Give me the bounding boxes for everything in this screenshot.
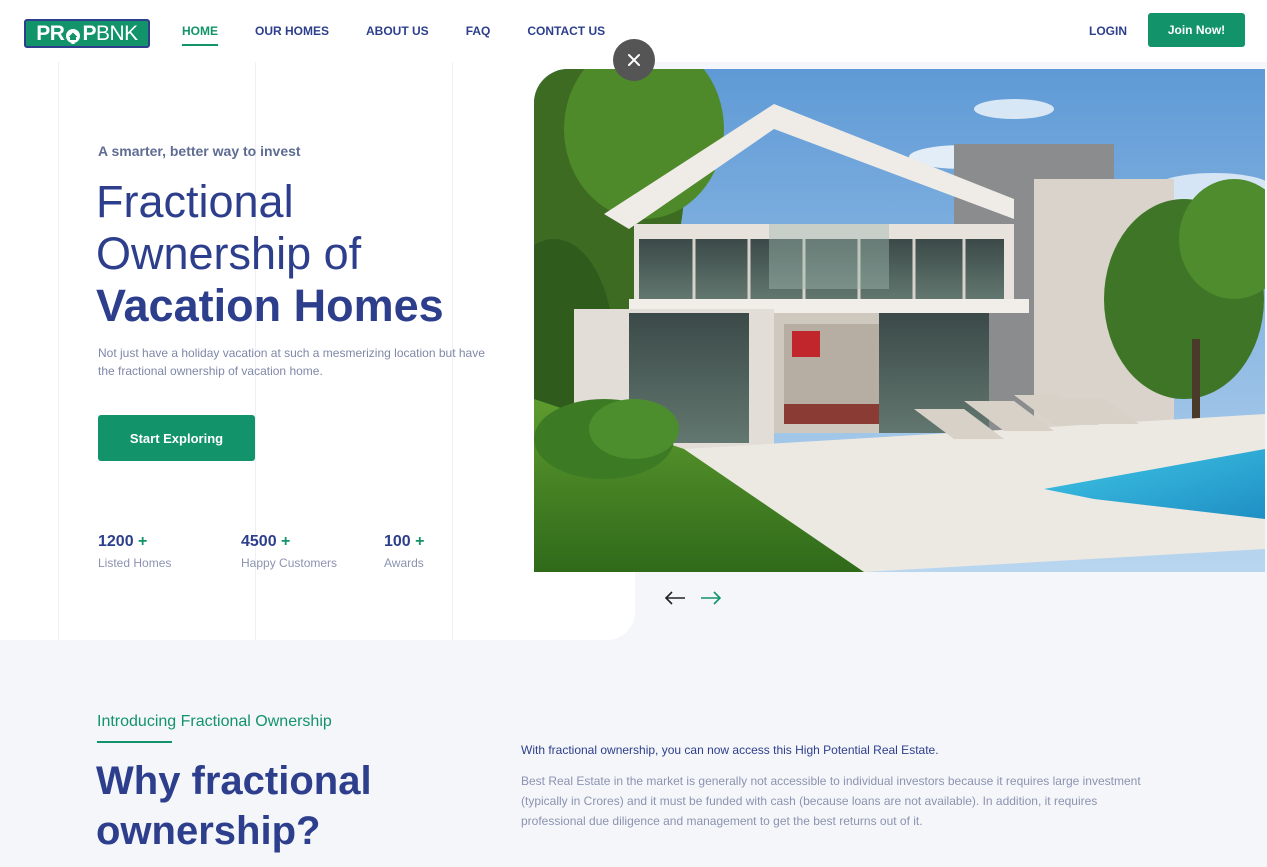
stat-awards: 100 + Awards	[384, 533, 425, 570]
hero-title-bold: Vacation Homes	[96, 280, 444, 331]
propbnk-logo[interactable]: PR P BNK	[24, 19, 150, 48]
hero-description: Not just have a holiday vacation at such…	[98, 346, 485, 378]
stat-value: 4500	[241, 533, 277, 550]
hero-title-line: Fractional	[96, 176, 294, 227]
nav-contact-us[interactable]: CONTACT US	[527, 24, 605, 46]
close-icon	[628, 54, 640, 66]
close-button[interactable]	[613, 39, 655, 81]
grid-line	[58, 62, 59, 640]
intro-lead: With fractional ownership, you can now a…	[521, 743, 939, 757]
carousel-prev-button[interactable]	[663, 588, 689, 608]
intro-heading: Why fractional ownership?	[96, 759, 372, 853]
house-pin-icon	[65, 27, 81, 44]
stat-label: Happy Customers	[241, 556, 338, 570]
stat-value: 100	[384, 533, 411, 550]
hero-villa-image	[534, 69, 1265, 572]
intro-kicker: Introducing Fractional Ownership	[97, 713, 332, 730]
hero-kicker: A smarter, better way to invest	[98, 143, 301, 159]
intro-body: Best Real Estate in the market is genera…	[521, 774, 1141, 828]
main-nav: HOME OUR HOMES ABOUT US FAQ CONTACT US	[182, 24, 642, 46]
stat-listed-homes: 1200 + Listed Homes	[98, 533, 171, 570]
start-exploring-button[interactable]: Start Exploring	[98, 415, 255, 461]
login-link[interactable]: LOGIN	[1089, 24, 1127, 38]
stat-label: Awards	[384, 556, 424, 570]
nav-our-homes[interactable]: OUR HOMES	[255, 24, 329, 46]
hero-title: Fractional Ownership of Vacation Homes	[96, 176, 536, 332]
arrow-right-icon	[701, 591, 722, 605]
carousel-next-button[interactable]	[697, 588, 723, 608]
intro-underline	[97, 741, 172, 743]
nav-faq[interactable]: FAQ	[466, 24, 491, 46]
nav-about-us[interactable]: ABOUT US	[366, 24, 429, 46]
join-now-button[interactable]: Join Now!	[1148, 13, 1245, 47]
stat-plus: +	[281, 533, 291, 550]
stat-happy-customers: 4500 + Happy Customers	[241, 533, 337, 570]
stat-plus: +	[138, 533, 148, 550]
stat-plus: +	[415, 533, 425, 550]
nav-home[interactable]: HOME	[182, 24, 218, 46]
stat-label: Listed Homes	[98, 556, 172, 570]
arrow-left-icon	[664, 591, 685, 605]
hero-title-line: Ownership of	[96, 228, 362, 279]
stat-value: 1200	[98, 533, 134, 550]
